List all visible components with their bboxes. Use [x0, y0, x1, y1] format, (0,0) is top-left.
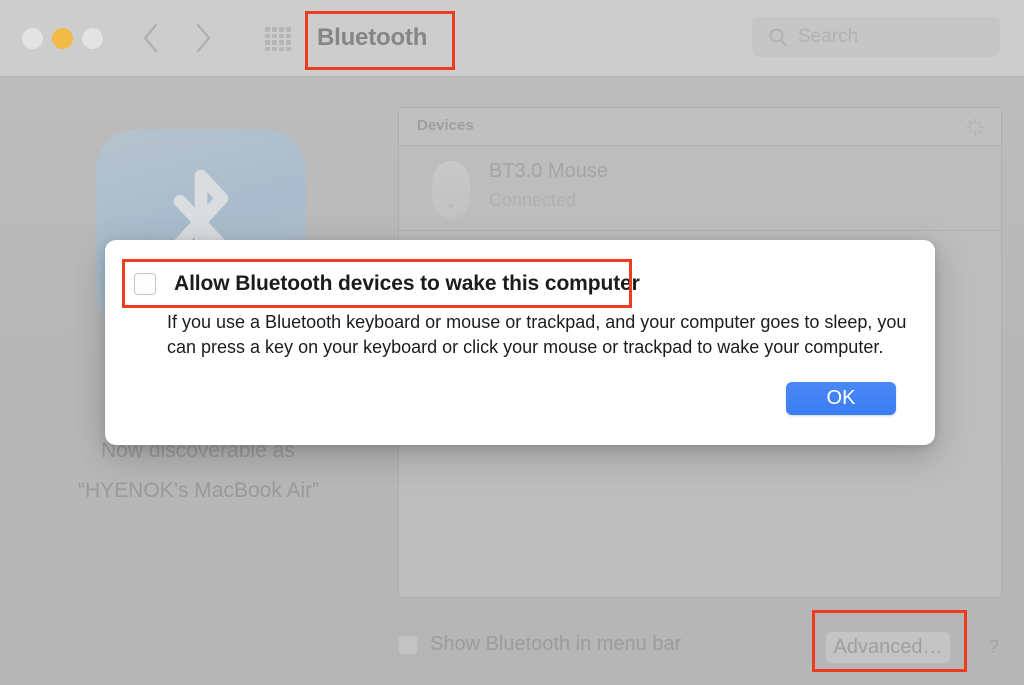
close-button[interactable] [22, 28, 43, 49]
show-bluetooth-in-menu-bar-checkbox[interactable]: Show Bluetooth in menu bar [398, 633, 681, 656]
page-title: Bluetooth [317, 24, 428, 51]
preferences-bottom-bar: Show Bluetooth in menu bar Advanced… ? [0, 617, 1024, 685]
dialog-description: If you use a Bluetooth keyboard or mouse… [167, 312, 907, 357]
help-button[interactable]: ? [977, 631, 1010, 664]
search-icon [768, 27, 788, 47]
scanning-spinner-icon [965, 117, 985, 137]
search-placeholder: Search [798, 26, 859, 47]
ok-button[interactable]: OK [786, 382, 896, 415]
bluetooth-preferences-window: Bluetooth Search Now discoverable as “HY… [0, 0, 1024, 685]
allow-wake-label: Allow Bluetooth devices to wake this com… [174, 272, 640, 295]
show-all-grid-icon[interactable] [265, 27, 291, 51]
table-row[interactable]: BT3.0 Mouse Connected [399, 146, 1001, 231]
device-name: BT3.0 Mouse [489, 160, 608, 182]
devices-header: Devices [399, 108, 1001, 146]
checkbox-box[interactable] [398, 634, 418, 655]
navigation-buttons [140, 20, 214, 56]
computer-name-label: “HYENOK’s MacBook Air” [78, 479, 320, 502]
back-chevron-icon[interactable] [140, 20, 162, 56]
wake-settings-dialog: Allow Bluetooth devices to wake this com… [105, 240, 935, 445]
devices-header-label: Devices [417, 117, 474, 134]
allow-wake-checkbox[interactable] [134, 273, 156, 295]
traffic-lights [22, 28, 103, 49]
allow-wake-checkbox-row[interactable]: Allow Bluetooth devices to wake this com… [134, 272, 640, 296]
forward-chevron-icon[interactable] [192, 20, 214, 56]
advanced-button[interactable]: Advanced… [825, 631, 951, 664]
window-titlebar: Bluetooth Search [0, 0, 1024, 77]
device-status: Connected [489, 190, 577, 210]
show-bluetooth-in-menu-bar-label: Show Bluetooth in menu bar [430, 633, 682, 655]
minimize-button[interactable] [52, 28, 73, 49]
zoom-button[interactable] [82, 28, 103, 49]
search-input[interactable]: Search [752, 17, 1000, 57]
mouse-icon [431, 160, 471, 220]
